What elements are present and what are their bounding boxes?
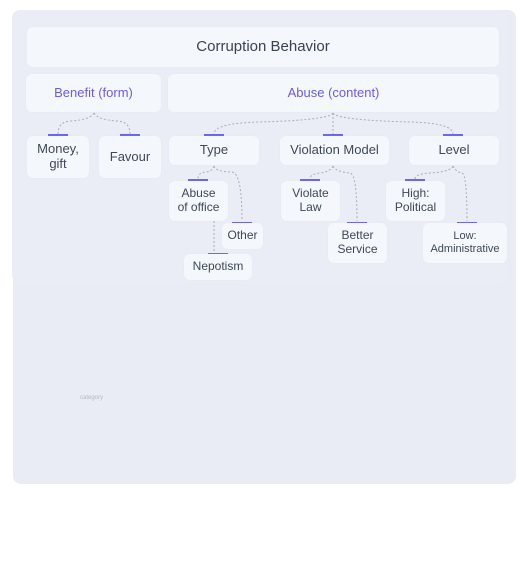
node-abuse[interactable]: Abuse (content) [168,74,499,112]
node-favour[interactable]: Favour [99,136,161,178]
node-level[interactable]: Level [409,136,499,165]
node-nepotism[interactable]: Nepotism [184,254,252,280]
node-low-administrative[interactable]: Low: Administrative [423,223,507,263]
root-node[interactable]: Corruption Behavior [27,27,499,67]
category-label: category [80,395,104,401]
node-abuse-of-office[interactable]: Abuse of office [169,181,228,221]
node-money-gift[interactable]: Money, gift [27,136,89,178]
node-violation-model[interactable]: Violation Model [280,136,389,165]
node-benefit[interactable]: Benefit (form) [26,74,161,112]
node-other[interactable]: Other [222,223,263,249]
node-type[interactable]: Type [169,136,259,165]
node-high-political[interactable]: High: Political [386,181,445,221]
node-violate-law[interactable]: Violate Law [281,181,340,221]
node-better-service[interactable]: Better Service [328,223,387,263]
